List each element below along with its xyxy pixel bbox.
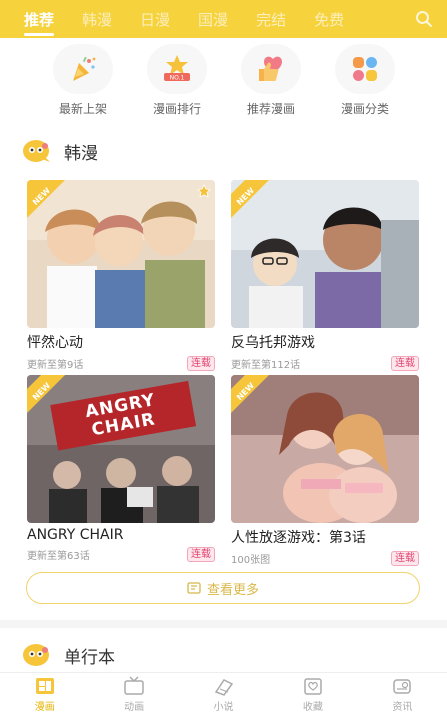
comic-icon bbox=[35, 677, 54, 694]
quick-link-new[interactable]: 最新上架 bbox=[38, 44, 128, 117]
search-icon[interactable] bbox=[415, 10, 433, 28]
bottom-tab-novel[interactable]: 小说 bbox=[179, 673, 268, 715]
status-badge: 连载 bbox=[391, 356, 419, 371]
comic-title: 人性放逐游戏：第3话 bbox=[231, 530, 366, 546]
quick-link-new-circle bbox=[53, 44, 113, 94]
book-open-icon bbox=[187, 582, 201, 594]
bottom-tab-bar: 漫画 动画 小说 收藏 资讯 bbox=[0, 672, 447, 715]
view-more-label: 查看更多 bbox=[206, 582, 259, 598]
quick-link-recommend-circle bbox=[241, 44, 301, 94]
status-badge: 连载 bbox=[187, 547, 215, 562]
tab-recommend[interactable]: 推荐 bbox=[24, 9, 55, 36]
ranking-badge-icon: NO.1 bbox=[164, 55, 190, 82]
bottom-tab-news[interactable]: 资讯 bbox=[358, 673, 447, 715]
comic-update: 100张图 bbox=[231, 555, 271, 566]
bottom-tab-label: 漫画 bbox=[34, 701, 55, 713]
comic-cover: NEW bbox=[27, 180, 215, 328]
section-header-volumes[interactable]: 单行本 bbox=[22, 641, 115, 669]
tab-free[interactable]: 免费 bbox=[314, 9, 344, 30]
comic-cover: NEW bbox=[231, 180, 419, 328]
quick-link-new-label: 最新上架 bbox=[58, 102, 107, 116]
comic-cover: NEW bbox=[231, 375, 419, 523]
top-tabs: 推荐 韩漫 日漫 国漫 完结 免费 bbox=[24, 9, 344, 36]
section-title: 单行本 bbox=[64, 647, 115, 668]
tab-finished[interactable]: 完结 bbox=[256, 9, 286, 30]
thumbs-up-heart-icon bbox=[259, 56, 282, 81]
quick-link-category-label: 漫画分类 bbox=[340, 102, 389, 116]
status-badge: 连载 bbox=[391, 551, 419, 566]
bottom-tab-label: 资讯 bbox=[392, 701, 413, 713]
bottom-tab-label: 收藏 bbox=[302, 701, 323, 713]
bottom-tab-favorites[interactable]: 收藏 bbox=[268, 673, 357, 715]
party-popper-icon bbox=[73, 56, 96, 81]
view-more-button[interactable]: 查看更多 bbox=[26, 572, 420, 604]
book-icon bbox=[214, 678, 233, 696]
comic-update: 更新至第9话 bbox=[27, 360, 84, 371]
quick-link-recommend-label: 推荐漫画 bbox=[246, 102, 295, 116]
comic-card[interactable]: NEW 怦然心动 更新至第9话 连载 bbox=[27, 180, 215, 371]
star-icon bbox=[197, 184, 211, 198]
svg-text:NO.1: NO.1 bbox=[170, 75, 185, 82]
comic-title: 反乌托邦游戏 bbox=[231, 335, 315, 351]
bottom-tab-comic[interactable]: 漫画 bbox=[0, 673, 89, 715]
quick-link-ranking-circle: NO.1 bbox=[147, 44, 207, 94]
quick-link-ranking-label: 漫画排行 bbox=[152, 102, 201, 116]
tab-korean[interactable]: 韩漫 bbox=[82, 9, 112, 30]
comic-card[interactable]: ANGRY CHAIR NEW ANGRY CHAIR 更新至第63话 连载 bbox=[27, 375, 215, 562]
comic-card[interactable]: NEW 反乌托邦游戏 更新至第112话 连载 bbox=[231, 180, 419, 371]
section-divider bbox=[0, 620, 447, 628]
quick-links: 最新上架 NO.1 漫画排行 推荐漫画 漫画分类 bbox=[0, 44, 447, 120]
quick-link-ranking[interactable]: NO.1 漫画排行 bbox=[132, 44, 222, 117]
comic-title: ANGRY CHAIR bbox=[27, 527, 124, 543]
tab-chinese[interactable]: 国漫 bbox=[198, 9, 228, 30]
tv-icon bbox=[124, 675, 144, 695]
heart-box-icon bbox=[304, 677, 322, 695]
tab-japanese[interactable]: 日漫 bbox=[140, 9, 170, 30]
quick-link-recommend[interactable]: 推荐漫画 bbox=[226, 44, 316, 117]
bottom-tab-animation[interactable]: 动画 bbox=[89, 673, 178, 715]
status-badge: 连载 bbox=[187, 356, 215, 371]
comic-cover: ANGRY CHAIR NEW bbox=[27, 375, 215, 523]
comic-update: 更新至第63话 bbox=[27, 551, 90, 562]
news-icon bbox=[393, 678, 412, 694]
quick-link-category-circle bbox=[335, 44, 395, 94]
comic-title: 怦然心动 bbox=[27, 335, 83, 351]
top-nav-bar: 推荐 韩漫 日漫 国漫 完结 免费 bbox=[0, 0, 447, 38]
category-grid-icon bbox=[353, 57, 377, 81]
comic-bubble-icon bbox=[23, 644, 49, 666]
bottom-tab-label: 动画 bbox=[124, 701, 145, 713]
quick-link-category[interactable]: 漫画分类 bbox=[320, 44, 410, 117]
section-header-korean[interactable]: 韩漫 bbox=[22, 137, 98, 165]
comic-bubble-icon bbox=[23, 140, 50, 162]
comic-card[interactable]: NEW 人性放逐游戏：第3话 100张图 连载 bbox=[231, 375, 419, 566]
bottom-tab-label: 小说 bbox=[213, 701, 234, 713]
comic-update: 更新至第112话 bbox=[231, 360, 301, 371]
section-title: 韩漫 bbox=[64, 143, 98, 164]
